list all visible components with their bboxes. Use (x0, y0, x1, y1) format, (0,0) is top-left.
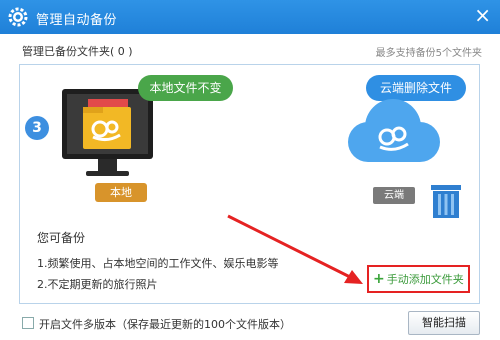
add-folder-button[interactable]: + 手动添加文件夹 (367, 265, 470, 293)
close-icon[interactable]: × (474, 5, 491, 25)
cloud-tag: 云端 (373, 187, 415, 204)
backup-panel: 3 本地 本地文件不变 云端删除文件 云端 您可备份 1.频繁使用、占本地空间的… (19, 64, 480, 304)
trash-icon (431, 185, 461, 218)
gear-icon (8, 7, 28, 27)
add-folder-label: 手动添加文件夹 (386, 273, 464, 286)
checkbox-box[interactable] (22, 317, 34, 329)
folder-limit-note: 最多支持备份5个文件夹 (375, 48, 482, 59)
title-bar: 管理自动备份 × (0, 0, 500, 34)
window-title: 管理自动备份 (36, 13, 118, 28)
backup-suggestions-heading: 您可备份 (37, 231, 86, 245)
cloud-icon (348, 99, 440, 162)
local-files-unchanged-bubble: 本地文件不变 (138, 75, 233, 101)
local-computer-icon (62, 89, 153, 176)
folder-header: 管理已备份文件夹( 0 ) 最多支持备份5个文件夹 (0, 34, 500, 64)
multi-version-label: 开启文件多版本（保存最近更新的100个文件版本） (39, 318, 291, 331)
backup-folder-count: 管理已备份文件夹( 0 ) (22, 45, 133, 58)
local-tag: 本地 (95, 183, 147, 202)
step-badge: 3 (25, 116, 49, 140)
backup-suggestion-item: 2.不定期更新的旅行照片 (37, 278, 158, 291)
plus-icon: + (373, 271, 385, 287)
multi-version-checkbox[interactable]: 开启文件多版本（保存最近更新的100个文件版本） (22, 316, 291, 332)
backup-suggestion-item: 1.频繁使用、占本地空间的工作文件、娱乐电影等 (37, 257, 279, 270)
smart-scan-button[interactable]: 智能扫描 (408, 311, 480, 335)
